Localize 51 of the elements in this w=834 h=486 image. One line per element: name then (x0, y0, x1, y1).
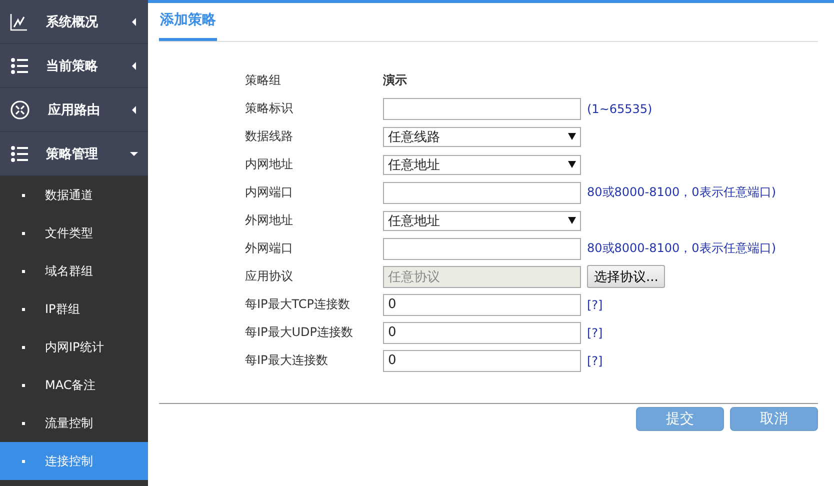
submenu-item[interactable]: 域名群组 (0, 252, 148, 290)
field-label: 内网地址 (245, 156, 294, 173)
field-label: 每IP最大UDP连接数 (245, 324, 354, 341)
field-hint: 80或8000-8100，0表示任意端口) (587, 240, 776, 257)
submenu-item[interactable]: 内网IP统计 (0, 328, 148, 366)
input-field[interactable]: 0 (383, 350, 581, 372)
menu-item[interactable]: 当前策略 (0, 44, 148, 88)
field-label: 内网端口 (245, 184, 294, 201)
field-label: 每IP最大TCP连接数 (245, 296, 352, 313)
field-hint: [?] (587, 298, 603, 312)
submenu-item[interactable]: 数据通道 (0, 176, 148, 214)
caret-icon (130, 106, 138, 114)
caret-icon (130, 150, 138, 158)
circle-arrows-icon (10, 100, 30, 120)
submenu-item[interactable]: IP群组 (0, 290, 148, 328)
field-label: 每IP最大连接数 (245, 352, 329, 369)
choose-protocol-button[interactable]: 选择协议... (587, 265, 666, 288)
field-label: 应用协议 (245, 268, 294, 285)
caret-icon (130, 62, 138, 70)
menu-item[interactable]: 系统概况 (0, 0, 148, 44)
field-hint: [?] (587, 354, 603, 368)
field-label: 外网地址 (245, 212, 294, 229)
line-chart-icon (10, 12, 28, 30)
dropdown-arrow-icon (568, 217, 576, 224)
field-label: 策略组 (245, 72, 282, 89)
field-label: 策略标识 (245, 100, 294, 117)
caret-icon (130, 18, 138, 26)
field-hint: (1~65535) (587, 102, 652, 116)
dropdown-arrow-icon (568, 161, 576, 168)
submenu-item[interactable]: 文件类型 (0, 214, 148, 252)
field-label: 数据线路 (245, 128, 294, 145)
input-field: 任意协议 (383, 266, 581, 288)
menu-item[interactable]: 应用路由 (0, 88, 148, 132)
input-field[interactable]: 0 (383, 294, 581, 316)
input-field[interactable] (383, 98, 581, 120)
input-field[interactable]: 0 (383, 322, 581, 344)
sliders-icon (10, 146, 28, 162)
input-field[interactable] (383, 238, 581, 260)
input-field[interactable] (383, 182, 581, 204)
select-dropdown[interactable]: 任意线路 (383, 126, 581, 146)
submenu-item[interactable]: MAC备注 (0, 366, 148, 404)
field-hint: [?] (587, 326, 603, 340)
field-hint: 80或8000-8100，0表示任意端口) (587, 184, 776, 201)
dropdown-arrow-icon (568, 133, 576, 140)
menu-item[interactable]: 策略管理 (0, 132, 148, 176)
field-label: 外网端口 (245, 240, 294, 257)
select-dropdown[interactable]: 任意地址 (383, 210, 581, 230)
sliders-icon (10, 58, 28, 74)
select-dropdown[interactable]: 任意地址 (383, 154, 581, 174)
field-value: 演示 (383, 72, 407, 89)
submenu-item[interactable]: 流量控制 (0, 404, 148, 442)
